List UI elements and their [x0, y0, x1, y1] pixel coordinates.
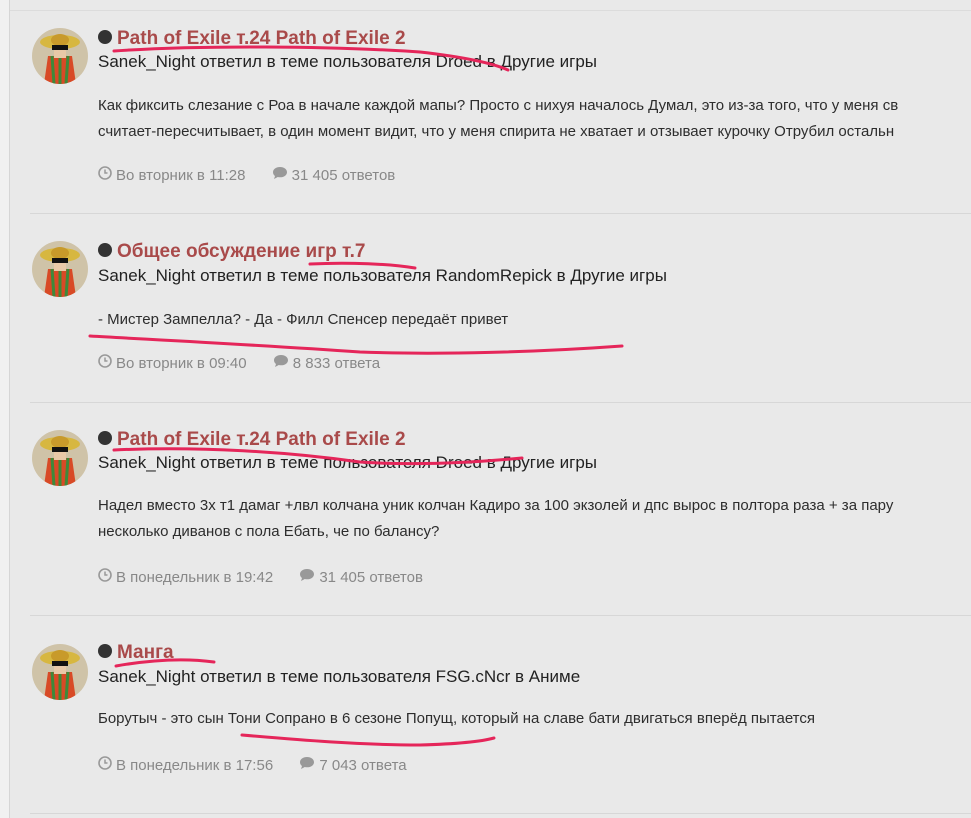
- activity-meta: Sanek_Night ответил в теме пользователя …: [98, 667, 580, 687]
- topic-author-link[interactable]: RandomRepick: [436, 266, 552, 285]
- activity-page: Path of Exile т.24 Path of Exile 2 Sanek…: [0, 0, 971, 818]
- user-link[interactable]: Sanek_Night: [98, 667, 195, 686]
- user-link[interactable]: Sanek_Night: [98, 453, 195, 472]
- clock-icon: [98, 568, 112, 586]
- reply-count[interactable]: 7 043 ответа: [319, 757, 406, 774]
- item-footer: В понедельник в 19:42 31 405 ответов: [98, 568, 423, 587]
- title-row: Path of Exile т.24 Path of Exile 2: [98, 429, 406, 455]
- topic-title-link[interactable]: Path of Exile т.24 Path of Exile 2: [117, 28, 406, 49]
- topic-title-link[interactable]: Общее обсуждение игр т.7: [117, 241, 365, 262]
- unread-dot-icon: [98, 243, 112, 257]
- snippet-line: Надел вместо 3х т1 дамаг +лвл колчана ун…: [98, 497, 894, 514]
- comment-icon: [299, 568, 315, 586]
- action-text: ответил в теме пользователя: [200, 52, 431, 71]
- unread-dot-icon: [98, 30, 112, 44]
- topic-title-link[interactable]: Path of Exile т.24 Path of Exile 2: [117, 429, 406, 450]
- in-word: в: [486, 52, 496, 71]
- avatar[interactable]: [32, 241, 88, 297]
- unread-dot-icon: [98, 431, 112, 445]
- clock-icon: [98, 756, 112, 774]
- activity-list: Path of Exile т.24 Path of Exile 2 Sanek…: [10, 11, 971, 818]
- comment-icon: [272, 166, 288, 184]
- user-link[interactable]: Sanek_Night: [98, 266, 195, 285]
- forum-link[interactable]: Другие игры: [570, 266, 667, 285]
- snippet-line: считает-пересчитывает, в один момент вид…: [98, 123, 895, 140]
- post-time[interactable]: В понедельник в 17:56: [116, 757, 273, 774]
- topic-author-link[interactable]: FSG.cNcr: [436, 667, 511, 686]
- action-text: ответил в теме пользователя: [200, 453, 431, 472]
- snippet-line: несколько диванов с пола Ебать, че по ба…: [98, 523, 440, 540]
- title-row: Манга: [98, 642, 174, 668]
- item-footer: В понедельник в 17:56 7 043 ответа: [98, 756, 407, 775]
- comment-icon: [273, 354, 289, 372]
- comment-icon: [299, 756, 315, 774]
- forum-link[interactable]: Аниме: [529, 667, 580, 686]
- post-snippet: Надел вместо 3х т1 дамаг +лвл колчана ун…: [98, 493, 893, 545]
- list-item: Path of Exile т.24 Path of Exile 2 Sanek…: [10, 11, 971, 214]
- activity-meta: Sanek_Night ответил в теме пользователя …: [98, 453, 597, 473]
- avatar[interactable]: [32, 28, 88, 84]
- list-item: Манга Sanek_Night ответил в теме пользов…: [10, 616, 971, 818]
- divider: [30, 813, 971, 814]
- item-footer: Во вторник в 09:40 8 833 ответа: [98, 354, 380, 373]
- forum-link[interactable]: Другие игры: [500, 52, 597, 71]
- post-snippet: Борутыч - это сын Тони Сопрано в 6 сезон…: [98, 706, 815, 732]
- post-time[interactable]: В понедельник в 19:42: [116, 569, 273, 586]
- reply-count[interactable]: 31 405 ответов: [319, 569, 423, 586]
- reply-count[interactable]: 8 833 ответа: [293, 355, 380, 372]
- action-text: ответил в теме пользователя: [200, 667, 431, 686]
- post-time[interactable]: Во вторник в 09:40: [116, 355, 247, 372]
- list-item: Общее обсуждение игр т.7 Sanek_Night отв…: [10, 214, 971, 403]
- user-link[interactable]: Sanek_Night: [98, 52, 195, 71]
- forum-link[interactable]: Другие игры: [500, 453, 597, 472]
- reply-count[interactable]: 31 405 ответов: [292, 167, 396, 184]
- snippet-line: Как фиксить слезание с Роа в начале кажд…: [98, 97, 899, 114]
- post-snippet: - Мистер Зампелла? - Да - Филл Спенсер п…: [98, 307, 508, 333]
- action-text: ответил в теме пользователя: [200, 266, 431, 285]
- clock-icon: [98, 166, 112, 184]
- avatar[interactable]: [32, 430, 88, 486]
- title-row: Общее обсуждение игр т.7: [98, 241, 365, 267]
- list-item: Path of Exile т.24 Path of Exile 2 Sanek…: [10, 403, 971, 616]
- in-word: в: [486, 453, 496, 472]
- topic-author-link[interactable]: Droed: [436, 52, 482, 71]
- title-row: Path of Exile т.24 Path of Exile 2: [98, 28, 406, 54]
- activity-meta: Sanek_Night ответил в теме пользователя …: [98, 52, 597, 72]
- activity-meta: Sanek_Night ответил в теме пользователя …: [98, 266, 667, 286]
- clock-icon: [98, 354, 112, 372]
- topic-author-link[interactable]: Droed: [436, 453, 482, 472]
- left-rail: [0, 0, 10, 818]
- in-word: в: [515, 667, 525, 686]
- avatar[interactable]: [32, 644, 88, 700]
- snippet-line: Борутыч - это сын Тони Сопрано в 6 сезон…: [98, 710, 816, 727]
- in-word: в: [556, 266, 566, 285]
- item-footer: Во вторник в 11:28 31 405 ответов: [98, 166, 396, 185]
- unread-dot-icon: [98, 644, 112, 658]
- post-time[interactable]: Во вторник в 11:28: [116, 167, 246, 184]
- topic-title-link[interactable]: Манга: [117, 642, 174, 663]
- post-snippet: Как фиксить слезание с Роа в начале кажд…: [98, 93, 898, 145]
- snippet-line: - Мистер Зампелла? - Да - Филл Спенсер п…: [98, 311, 509, 328]
